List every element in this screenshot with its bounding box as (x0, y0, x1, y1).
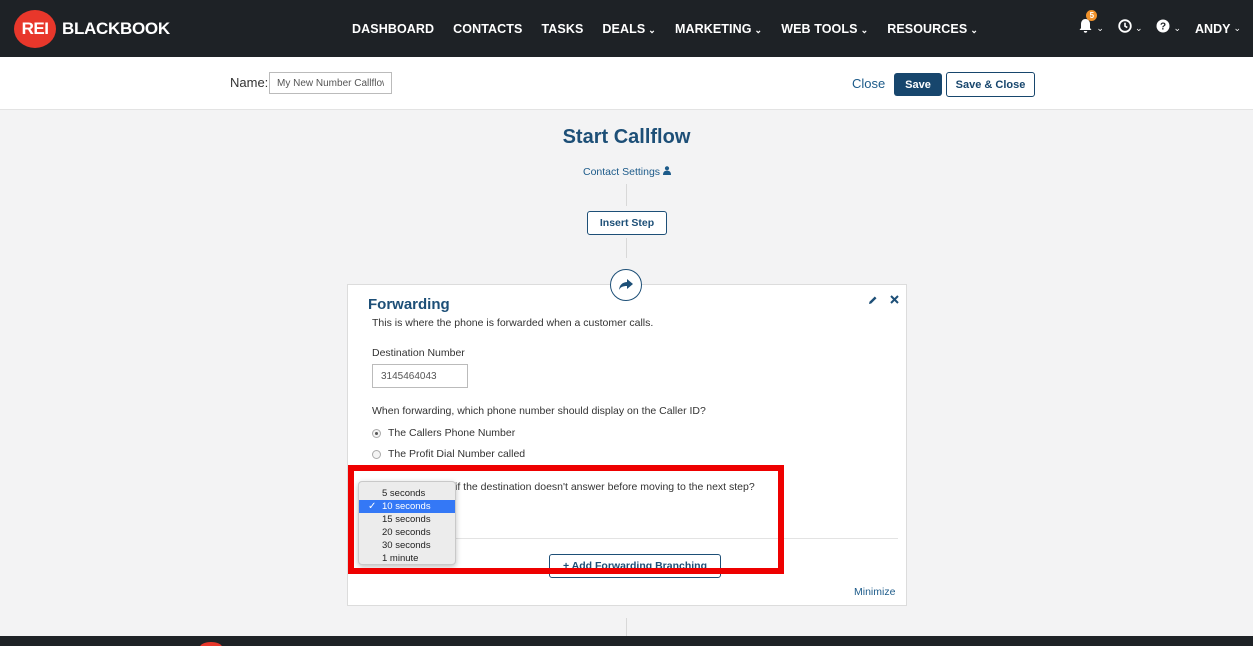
nav-right: 5 ⌄ ⌄ ? ⌄ ANDY ⌄ (1078, 0, 1241, 57)
close-link[interactable]: Close (852, 76, 885, 91)
page-title: Start Callflow (562, 126, 691, 148)
contact-settings-label: Contact Settings (583, 166, 661, 178)
nav-item-label: CONTACTS (453, 21, 523, 36)
user-menu[interactable]: ANDY ⌄ (1195, 22, 1241, 36)
callflow-header: Name: Close Save Save & Close (0, 57, 1253, 110)
chevron-down-icon: ⌄ (860, 24, 869, 35)
connector-line (626, 184, 627, 206)
wait-time-question: if the destination doesn't answer before… (455, 481, 755, 493)
option-label: 20 seconds (382, 527, 431, 538)
chevron-down-icon: ⌄ (970, 24, 978, 35)
chevron-down-icon: ⌄ (754, 24, 763, 35)
history-button[interactable]: ⌄ (1118, 19, 1143, 38)
caller-id-question: When forwarding, which phone number shou… (372, 405, 706, 417)
save-and-close-button[interactable]: Save & Close (946, 72, 1035, 97)
logo[interactable]: REI BLACKBOOK (14, 10, 170, 48)
help-icon: ? (1156, 19, 1170, 38)
dropdown-option[interactable]: 5 seconds (359, 487, 455, 500)
radio-button[interactable] (372, 428, 381, 438)
connector-line (626, 238, 627, 258)
option-label: 15 seconds (382, 514, 431, 525)
nav-item-label: TASKS (541, 21, 584, 36)
footer-logo (200, 642, 222, 646)
bell-icon (1078, 18, 1093, 39)
option-label: 1 minute (382, 553, 419, 564)
nav-item-deals[interactable]: DEALS ⌄ (602, 22, 656, 36)
pencil-icon[interactable] (868, 295, 878, 308)
checkmark-icon: ✓ (368, 501, 377, 512)
name-label: Name: (230, 75, 269, 90)
nav-item-resources[interactable]: RESOURCES ⌄ (887, 22, 978, 36)
nav-item-tasks[interactable]: TASKS (541, 22, 583, 36)
nav-item-label: RESOURCES (887, 21, 968, 36)
clock-icon (1118, 19, 1132, 38)
destination-number-label: Destination Number (372, 347, 465, 359)
option-label: 5 seconds (382, 488, 426, 499)
dropdown-option[interactable]: 30 seconds (359, 539, 455, 552)
footer-bar (0, 636, 1253, 646)
dropdown-option-selected[interactable]: ✓ 10 seconds (359, 500, 455, 513)
insert-step-button[interactable]: Insert Step (587, 211, 667, 235)
user-icon (662, 166, 671, 178)
forward-icon (610, 269, 642, 301)
nav-item-label: DEALS (602, 21, 646, 36)
help-button[interactable]: ? ⌄ (1156, 19, 1181, 38)
save-button[interactable]: Save (894, 73, 942, 96)
step-title: Forwarding (368, 296, 450, 313)
nav-item-label: DASHBOARD (352, 21, 435, 36)
radio-label: The Callers Phone Number (388, 427, 516, 439)
radio-label: The Profit Dial Number called (388, 448, 526, 460)
step-description: This is where the phone is forwarded whe… (372, 317, 654, 329)
logo-text: BLACKBOOK (62, 19, 170, 38)
user-name: ANDY (1195, 21, 1231, 36)
wait-time-dropdown[interactable]: 5 seconds ✓ 10 seconds 15 seconds 20 seco… (358, 481, 456, 565)
notification-count-badge: 5 (1086, 10, 1098, 21)
contact-settings-link[interactable]: Contact Settings (583, 166, 671, 178)
nav-menu: DASHBOARD CONTACTS TASKS DEALS ⌄ MARKETIN… (352, 0, 997, 57)
radio-profit-dial-number[interactable]: The Profit Dial Number called (372, 448, 525, 460)
top-nav: REI BLACKBOOK DASHBOARD CONTACTS TASKS D… (0, 0, 1253, 57)
chevron-down-icon: ⌄ (1134, 23, 1143, 33)
nav-item-label: MARKETING (674, 21, 752, 36)
dropdown-option[interactable]: 20 seconds (359, 526, 455, 539)
callflow-name-input[interactable] (269, 72, 392, 94)
add-forwarding-branching-button[interactable]: + Add Forwarding Branching (549, 554, 721, 578)
nav-item-label: WEB TOOLS (781, 21, 858, 36)
radio-callers-number[interactable]: The Callers Phone Number (372, 427, 515, 439)
chevron-down-icon: ⌄ (648, 24, 656, 35)
close-icon[interactable] (890, 295, 899, 307)
dropdown-option[interactable]: 15 seconds (359, 513, 455, 526)
notifications-button[interactable]: 5 ⌄ (1078, 10, 1104, 39)
chevron-down-icon: ⌄ (1233, 23, 1241, 33)
nav-item-dashboard[interactable]: DASHBOARD (352, 22, 434, 36)
nav-item-contacts[interactable]: CONTACTS (453, 22, 522, 36)
dropdown-option[interactable]: 1 minute (359, 552, 455, 565)
nav-item-web-tools[interactable]: WEB TOOLS ⌄ (781, 22, 868, 36)
logo-badge: REI (14, 10, 56, 48)
destination-number-input[interactable] (372, 364, 468, 388)
radio-button[interactable] (372, 449, 381, 459)
minimize-link[interactable]: Minimize (854, 586, 895, 598)
connector-line (626, 618, 627, 636)
option-label: 10 seconds (382, 501, 431, 512)
nav-item-marketing[interactable]: MARKETING ⌄ (675, 22, 762, 36)
chevron-down-icon: ⌄ (1096, 23, 1104, 33)
option-label: 30 seconds (382, 540, 431, 551)
svg-text:?: ? (1160, 22, 1166, 33)
chevron-down-icon: ⌄ (1173, 23, 1182, 33)
